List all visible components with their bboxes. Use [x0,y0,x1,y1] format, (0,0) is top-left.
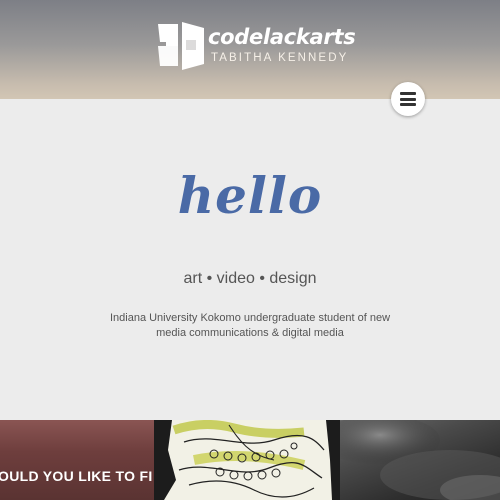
stormy-landscape-image [340,420,500,500]
author-name: TABITHA KENNEDY [211,52,349,64]
menu-button[interactable] [391,82,425,116]
sketch-artwork-image [154,420,340,500]
tagline: art • video • design [183,270,317,287]
tile-contact-text: OULD YOU LIKE TO FI [0,468,153,484]
portfolio-tiles: OULD YOU LIKE TO FI [0,420,500,500]
hero-section: hello art • video • design Indiana Unive… [0,99,500,420]
greeting-heading: hello [177,166,323,225]
site-header: codelackarts TABITHA KENNEDY [0,0,500,99]
tile-contact[interactable]: OULD YOU LIKE TO FI [0,420,154,500]
tile-artwork[interactable] [154,420,340,500]
site-logo[interactable]: codelackarts TABITHA KENNEDY [156,20,356,74]
tile-landscape[interactable] [340,420,500,500]
brand-name: codelackarts [208,25,356,49]
book-house-logo-icon [158,22,204,70]
description: Indiana University Kokomo undergraduate … [109,312,391,339]
